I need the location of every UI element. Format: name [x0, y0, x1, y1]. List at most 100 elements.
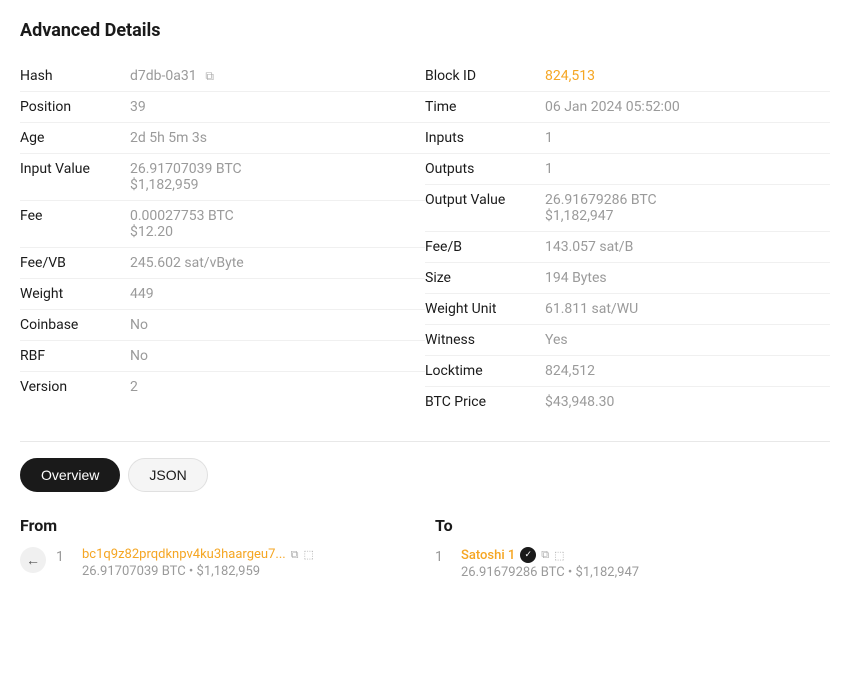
age-label: Age	[20, 130, 130, 146]
outputs-row: Outputs 1	[425, 154, 830, 185]
to-address-amount: 26.91679286 BTC • $1,182,947	[461, 565, 639, 580]
rbf-label: RBF	[20, 348, 130, 364]
hash-text: d7db-0a31	[130, 68, 197, 84]
output-value-btc: 26.91679286 BTC	[545, 192, 830, 208]
time-value: 06 Jan 2024 05:52:00	[545, 99, 830, 115]
to-address-row: 1 Satoshi 1 ✓ ⧉ ⬚ 26.91679286 BTC • $1,1…	[435, 547, 830, 580]
tabs-row: Overview JSON	[20, 458, 830, 492]
to-address-name: Satoshi 1	[461, 548, 515, 563]
input-value-label: Input Value	[20, 161, 130, 177]
to-index: 1	[435, 549, 451, 565]
from-block-icon[interactable]: ⬚	[304, 548, 314, 561]
from-index: 1	[56, 549, 72, 565]
tab-json[interactable]: JSON	[128, 458, 207, 492]
from-address-info: bc1q9z82prqdknpv4ku3haargeu7... ⧉ ⬚ 26.9…	[82, 547, 314, 579]
hash-label: Hash	[20, 68, 130, 84]
locktime-value: 824,512	[545, 363, 830, 379]
from-title: From	[20, 516, 415, 535]
to-block-icon[interactable]: ⬚	[554, 549, 564, 562]
feevb-value: 245.602 sat/vByte	[130, 255, 425, 271]
age-value: 2d 5h 5m 3s	[130, 130, 425, 146]
witness-row: Witness Yes	[425, 325, 830, 356]
to-copy-icon[interactable]: ⧉	[541, 548, 549, 562]
position-value: 39	[130, 99, 425, 115]
page-title: Advanced Details	[20, 20, 830, 41]
rbf-value: No	[130, 348, 425, 364]
weight-label: Weight	[20, 286, 130, 302]
blockid-label: Block ID	[425, 68, 545, 84]
inputs-value: 1	[545, 130, 830, 146]
weight-row: Weight 449	[20, 279, 425, 310]
inputs-label: Inputs	[425, 130, 545, 146]
witness-label: Witness	[425, 332, 545, 348]
output-value-label: Output Value	[425, 192, 545, 208]
to-address-link[interactable]: Satoshi 1 ✓ ⧉ ⬚	[461, 547, 639, 563]
to-title: To	[435, 516, 830, 535]
outputs-value: 1	[545, 161, 830, 177]
from-arrow-icon: ←	[20, 547, 46, 573]
input-value-row: Input Value 26.91707039 BTC $1,182,959	[20, 154, 425, 201]
right-details-column: Block ID 824,513 Time 06 Jan 2024 05:52:…	[425, 61, 830, 417]
fee-value: 0.00027753 BTC $12.20	[130, 208, 425, 240]
fee-usd: $12.20	[130, 224, 425, 240]
verified-icon: ✓	[520, 547, 536, 563]
from-copy-icon[interactable]: ⧉	[291, 548, 299, 562]
time-row: Time 06 Jan 2024 05:52:00	[425, 92, 830, 123]
time-label: Time	[425, 99, 545, 115]
feevb-label: Fee/VB	[20, 255, 130, 271]
hash-row: Hash d7db-0a31 ⧉	[20, 61, 425, 92]
output-value-row: Output Value 26.91679286 BTC $1,182,947	[425, 185, 830, 232]
witness-value: Yes	[545, 332, 830, 348]
weight-unit-label: Weight Unit	[425, 301, 545, 317]
feeb-value: 143.057 sat/B	[545, 239, 830, 255]
version-row: Version 2	[20, 372, 425, 402]
age-row: Age 2d 5h 5m 3s	[20, 123, 425, 154]
fee-label: Fee	[20, 208, 130, 224]
feevb-row: Fee/VB 245.602 sat/vByte	[20, 248, 425, 279]
blockid-row: Block ID 824,513	[425, 61, 830, 92]
weight-unit-row: Weight Unit 61.811 sat/WU	[425, 294, 830, 325]
btc-price-value: $43,948.30	[545, 394, 830, 410]
from-address-text: bc1q9z82prqdknpv4ku3haargeu7...	[82, 547, 286, 562]
fee-btc: 0.00027753 BTC	[130, 208, 425, 224]
feeb-label: Fee/B	[425, 239, 545, 255]
from-column: From ← 1 bc1q9z82prqdknpv4ku3haargeu7...…	[20, 516, 415, 580]
divider	[20, 441, 830, 442]
tab-overview[interactable]: Overview	[20, 458, 120, 492]
from-address-row: ← 1 bc1q9z82prqdknpv4ku3haargeu7... ⧉ ⬚ …	[20, 547, 415, 579]
btc-price-label: BTC Price	[425, 394, 545, 410]
input-value-usd: $1,182,959	[130, 177, 425, 193]
btc-price-row: BTC Price $43,948.30	[425, 387, 830, 417]
from-to-section: From ← 1 bc1q9z82prqdknpv4ku3haargeu7...…	[20, 516, 830, 580]
rbf-row: RBF No	[20, 341, 425, 372]
weight-value: 449	[130, 286, 425, 302]
position-row: Position 39	[20, 92, 425, 123]
locktime-row: Locktime 824,512	[425, 356, 830, 387]
hash-value: d7db-0a31 ⧉	[130, 68, 425, 84]
outputs-label: Outputs	[425, 161, 545, 177]
output-value-usd: $1,182,947	[545, 208, 830, 224]
version-label: Version	[20, 379, 130, 395]
coinbase-row: Coinbase No	[20, 310, 425, 341]
hash-copy-icon[interactable]: ⧉	[203, 69, 217, 83]
blockid-value[interactable]: 824,513	[545, 68, 830, 84]
details-grid: Hash d7db-0a31 ⧉ Position 39 Age 2d 5h 5…	[20, 61, 830, 417]
coinbase-label: Coinbase	[20, 317, 130, 333]
input-value-btc: 26.91707039 BTC	[130, 161, 425, 177]
coinbase-value: No	[130, 317, 425, 333]
left-details-column: Hash d7db-0a31 ⧉ Position 39 Age 2d 5h 5…	[20, 61, 425, 417]
size-label: Size	[425, 270, 545, 286]
from-address-link[interactable]: bc1q9z82prqdknpv4ku3haargeu7... ⧉ ⬚	[82, 547, 314, 562]
size-value: 194 Bytes	[545, 270, 830, 286]
input-value-value: 26.91707039 BTC $1,182,959	[130, 161, 425, 193]
feeb-row: Fee/B 143.057 sat/B	[425, 232, 830, 263]
output-value-value: 26.91679286 BTC $1,182,947	[545, 192, 830, 224]
size-row: Size 194 Bytes	[425, 263, 830, 294]
from-address-amount: 26.91707039 BTC • $1,182,959	[82, 564, 314, 579]
to-column: To 1 Satoshi 1 ✓ ⧉ ⬚ 26.91679286 BTC • $…	[435, 516, 830, 580]
locktime-label: Locktime	[425, 363, 545, 379]
fee-row: Fee 0.00027753 BTC $12.20	[20, 201, 425, 248]
weight-unit-value: 61.811 sat/WU	[545, 301, 830, 317]
version-value: 2	[130, 379, 425, 395]
inputs-row: Inputs 1	[425, 123, 830, 154]
